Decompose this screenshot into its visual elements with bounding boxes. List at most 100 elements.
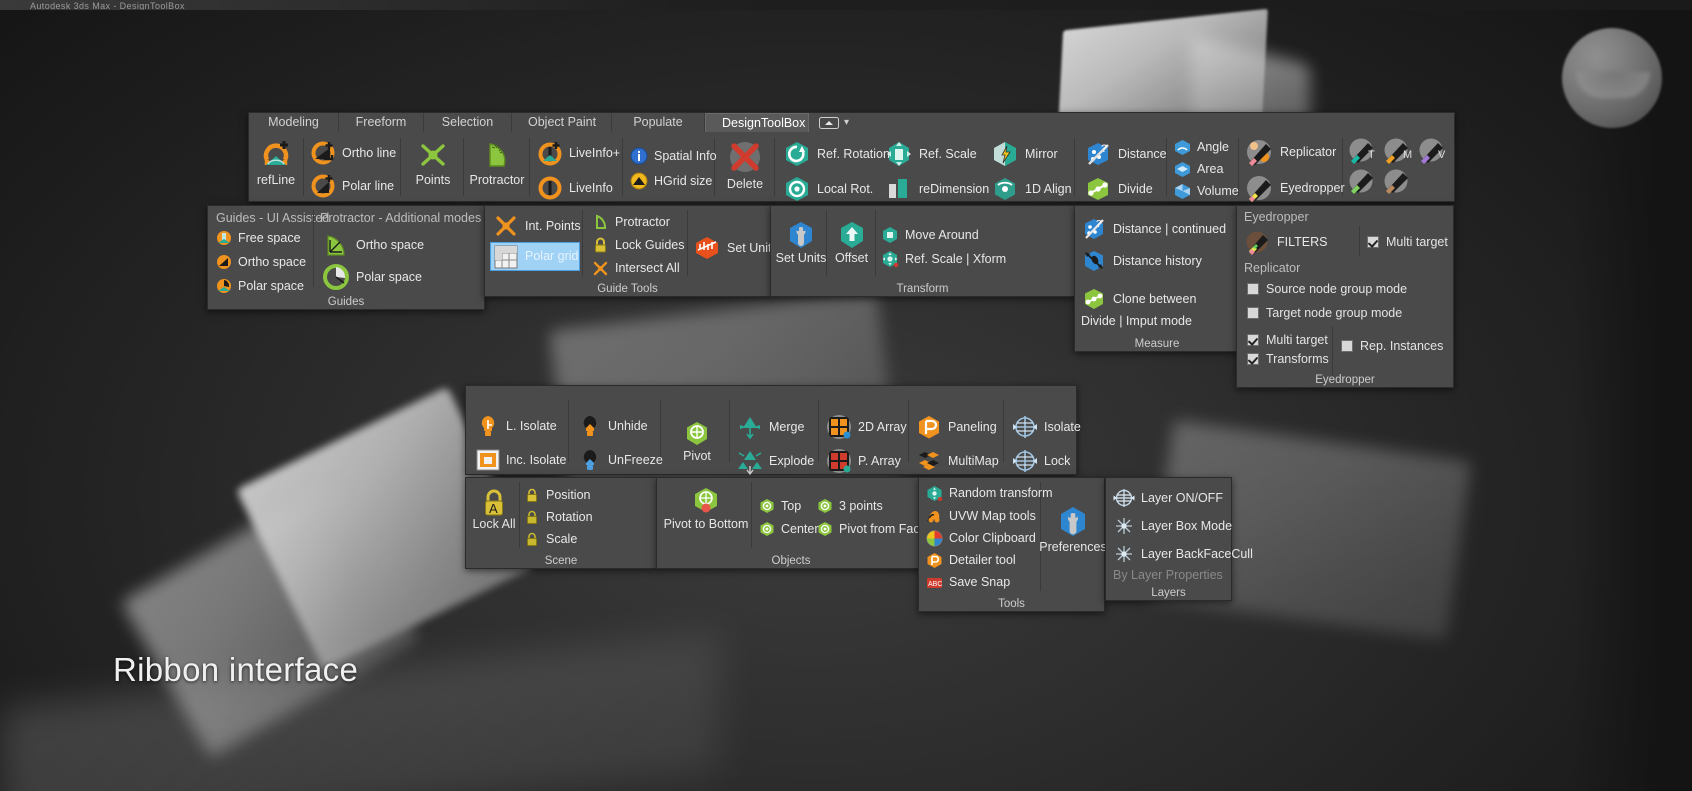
button-distance[interactable]: ? Distance (1084, 140, 1167, 168)
ribbon-sep-8 (1074, 138, 1075, 196)
eyedropper-filters[interactable]: FILTERS (1245, 229, 1327, 255)
eyedropper-variant-t[interactable]: T (1348, 136, 1380, 164)
replicator-rep-instances[interactable]: Rep. Instances (1341, 339, 1443, 353)
guide-tools-lock-guides[interactable]: Lock Guides (592, 237, 684, 254)
tab-selection[interactable]: Selection (424, 113, 512, 132)
button-ref-rotation[interactable]: Ref. Rotation (783, 140, 890, 168)
guide-tools-intersect-all[interactable]: Intersect All (592, 260, 680, 277)
button-protractor[interactable]: Protractor (466, 138, 528, 187)
transform-ref-scale-xform[interactable]: Ref. Scale | Xform (881, 250, 1006, 268)
button-unhide[interactable]: Unhide (578, 414, 648, 438)
button-ref-scale[interactable]: Ref. Scale (885, 140, 977, 168)
replicator-transforms[interactable]: Transforms (1247, 352, 1329, 366)
measure-distance-history[interactable]: Distance history (1081, 248, 1202, 274)
button-l-isolate[interactable]: L. Isolate (476, 414, 557, 438)
button-ortho-line[interactable]: Ortho line (310, 140, 396, 166)
replicator-target-node-group-mode[interactable]: Target node group mode (1247, 306, 1402, 320)
guides-item-protractor-polar[interactable]: Polar space (322, 263, 422, 291)
button-isolate[interactable]: Isolate (1012, 414, 1081, 440)
button-hgrid-size[interactable]: HGrid size (630, 172, 712, 190)
guide-tools-set-units[interactable]: Set Units (693, 234, 778, 262)
objects-pivot-top[interactable]: Top (759, 498, 801, 514)
scene-lock-rotation[interactable]: Rotation (524, 509, 593, 525)
button-refline[interactable]: refLine (250, 138, 302, 187)
scene-lock-position[interactable]: Position (524, 487, 590, 503)
button-liveinfo[interactable]: LiveInfo (537, 175, 613, 201)
tab-object-paint[interactable]: Object Paint (512, 113, 612, 132)
guides-item-polar-space[interactable]: Polar space (216, 278, 304, 294)
layers-layer-box-mode[interactable]: Layer Box Mode (1113, 515, 1232, 537)
tools-random-transform[interactable]: Random transform (926, 485, 1053, 502)
button-points[interactable]: Points (406, 138, 460, 187)
transform-move-around[interactable]: Move Around (881, 226, 979, 244)
button-polar-line[interactable]: Polar line (310, 173, 394, 199)
ribbon-minimize-button[interactable]: ▾ (809, 113, 869, 132)
replicator-rep-instances-checkbox[interactable] (1341, 340, 1353, 352)
tab-populate[interactable]: Populate (612, 113, 705, 132)
button-eyedropper[interactable]: Eyedropper (1246, 174, 1345, 202)
button-redimension[interactable]: reDimension (885, 175, 989, 203)
button-1d-align[interactable]: 1D Align (991, 175, 1072, 203)
button-multimap[interactable]: MultiMap (916, 448, 999, 474)
replicator-multi-target-checkbox[interactable] (1247, 334, 1259, 346)
eyedropper-variant-v[interactable]: V (1418, 136, 1450, 164)
button-angle[interactable]: Angle (1174, 139, 1229, 156)
objects-pivot-center[interactable]: Center (759, 521, 819, 537)
measure-distance-continued[interactable]: ? Distance | continued (1081, 216, 1226, 242)
button-p-array[interactable]: P. Array (826, 448, 901, 474)
button-liveinfo-plus[interactable]: LiveInfo+ (537, 140, 620, 166)
tools-detailer-tool[interactable]: Detailer tool (926, 552, 1016, 569)
button-spatial-info[interactable]: Spatial Info (630, 147, 717, 165)
measure-divide-imput-mode[interactable]: Divide | Imput mode (1081, 314, 1192, 328)
layers-layer-on-off[interactable]: Layer ON/OFF (1113, 487, 1223, 509)
button-unfreeze[interactable]: UnFreeze (578, 448, 663, 472)
transform-offset[interactable]: Offset (829, 220, 874, 265)
guides-item-free-space[interactable]: Free space (216, 230, 301, 246)
replicator-target-node-checkbox[interactable] (1247, 307, 1259, 319)
tab-freeform[interactable]: Freeform (339, 113, 424, 132)
objects-pivot-from-face[interactable]: Pivot from Face (817, 521, 927, 537)
button-delete[interactable]: Delete (718, 140, 772, 191)
eyedropper-variant-m[interactable]: M (1383, 136, 1415, 164)
button-merge[interactable]: Merge (737, 414, 804, 440)
button-inc-isolate[interactable]: Inc. Isolate (476, 448, 566, 472)
replicator-source-node-checkbox[interactable] (1247, 283, 1259, 295)
guides-item-ortho-space[interactable]: Ortho space (216, 254, 306, 270)
tools-preferences[interactable]: Preferences (1044, 505, 1102, 554)
tools-color-clipboard[interactable]: Color Clipboard (926, 530, 1036, 547)
button-mirror[interactable]: Mirror (991, 140, 1058, 168)
objects-pivot-to-bottom[interactable]: Pivot to Bottom (662, 486, 750, 531)
guide-tools-int-points[interactable]: Int. Points (493, 213, 581, 239)
button-volume[interactable]: Volume (1174, 183, 1239, 200)
objects-pivot-3points[interactable]: 3 points (817, 498, 883, 514)
button-explode[interactable]: Explode (737, 448, 814, 474)
button-replicator[interactable]: Replicator (1246, 138, 1336, 166)
tools-uvw-map-tools[interactable]: UVW Map tools (926, 508, 1036, 525)
button-lock[interactable]: Lock (1012, 448, 1070, 474)
eyedropper-variant-brown[interactable] (1383, 168, 1415, 194)
measure-clone-between[interactable]: Clone between (1081, 286, 1196, 312)
guide-tools-protractor[interactable]: Protractor (592, 214, 670, 231)
button-area[interactable]: Area (1174, 161, 1223, 178)
transform-set-units[interactable]: Set Units (776, 220, 826, 265)
button-divide[interactable]: Divide (1084, 175, 1153, 203)
eyedropper-multi-target-top-checkbox[interactable] (1367, 236, 1379, 248)
tab-modeling[interactable]: Modeling (249, 113, 339, 132)
scene-lock-scale[interactable]: Scale (524, 531, 577, 547)
button-paneling[interactable]: Paneling (916, 414, 997, 440)
layers-layer-backfacecull[interactable]: Layer BackFaceCull (1113, 543, 1253, 565)
scene-lock-all[interactable]: A Lock All (470, 486, 518, 531)
button-pivot[interactable]: Pivot (670, 420, 724, 463)
replicator-transforms-checkbox[interactable] (1247, 353, 1259, 365)
tools-save-snap[interactable]: ABC Save Snap (926, 574, 1010, 591)
button-2d-array[interactable]: 2D Array (826, 414, 907, 440)
layers-by-layer-properties[interactable]: By Layer Properties (1113, 569, 1223, 582)
guide-tools-polar-grid[interactable]: Polar grid (490, 242, 580, 271)
eyedropper-variant-green[interactable] (1348, 168, 1380, 194)
replicator-source-node-group-mode[interactable]: Source node group mode (1247, 282, 1407, 296)
replicator-multi-target[interactable]: Multi target (1247, 333, 1328, 347)
guides-item-protractor-ortho[interactable]: Ortho space (322, 231, 424, 259)
eyedropper-multi-target-top[interactable]: Multi target (1367, 235, 1448, 249)
button-local-rot[interactable]: Local Rot. (783, 175, 873, 203)
tab-designtoolbox[interactable]: DesignToolBox (705, 113, 809, 132)
